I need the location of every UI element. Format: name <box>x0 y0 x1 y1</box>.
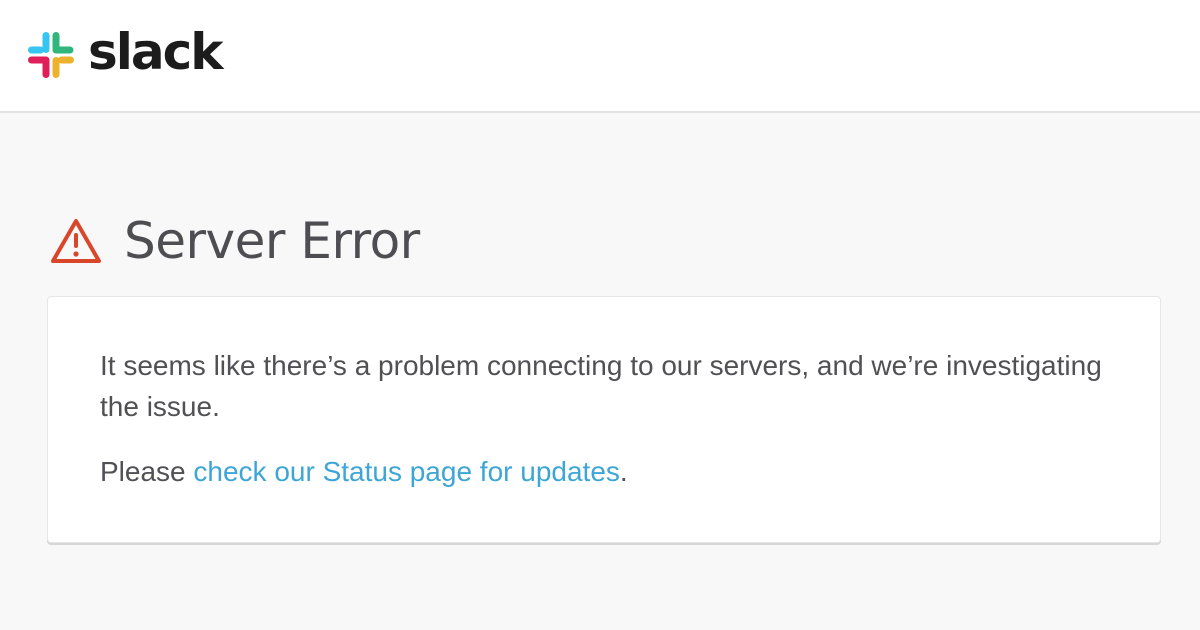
status-line: Please check our Status page for updates… <box>100 451 628 492</box>
status-page-link[interactable]: check our Status page for updates <box>193 456 620 487</box>
slack-logo-link[interactable]: slack <box>26 23 224 82</box>
warning-triangle-icon <box>51 219 101 263</box>
error-message: It seems like there’s a problem connecti… <box>100 350 1102 422</box>
slack-wordmark: slack <box>88 23 224 81</box>
main-content: Server Error It seems like there’s a pro… <box>0 113 1200 630</box>
status-suffix: . <box>619 456 628 487</box>
page-title: Server Error <box>124 212 420 270</box>
error-message-card: It seems like there’s a problem connecti… <box>47 296 1161 543</box>
site-header: slack <box>0 0 1200 113</box>
status-prefix: Please <box>100 456 194 487</box>
error-heading: Server Error <box>50 209 420 273</box>
slack-hash-icon <box>28 32 74 78</box>
